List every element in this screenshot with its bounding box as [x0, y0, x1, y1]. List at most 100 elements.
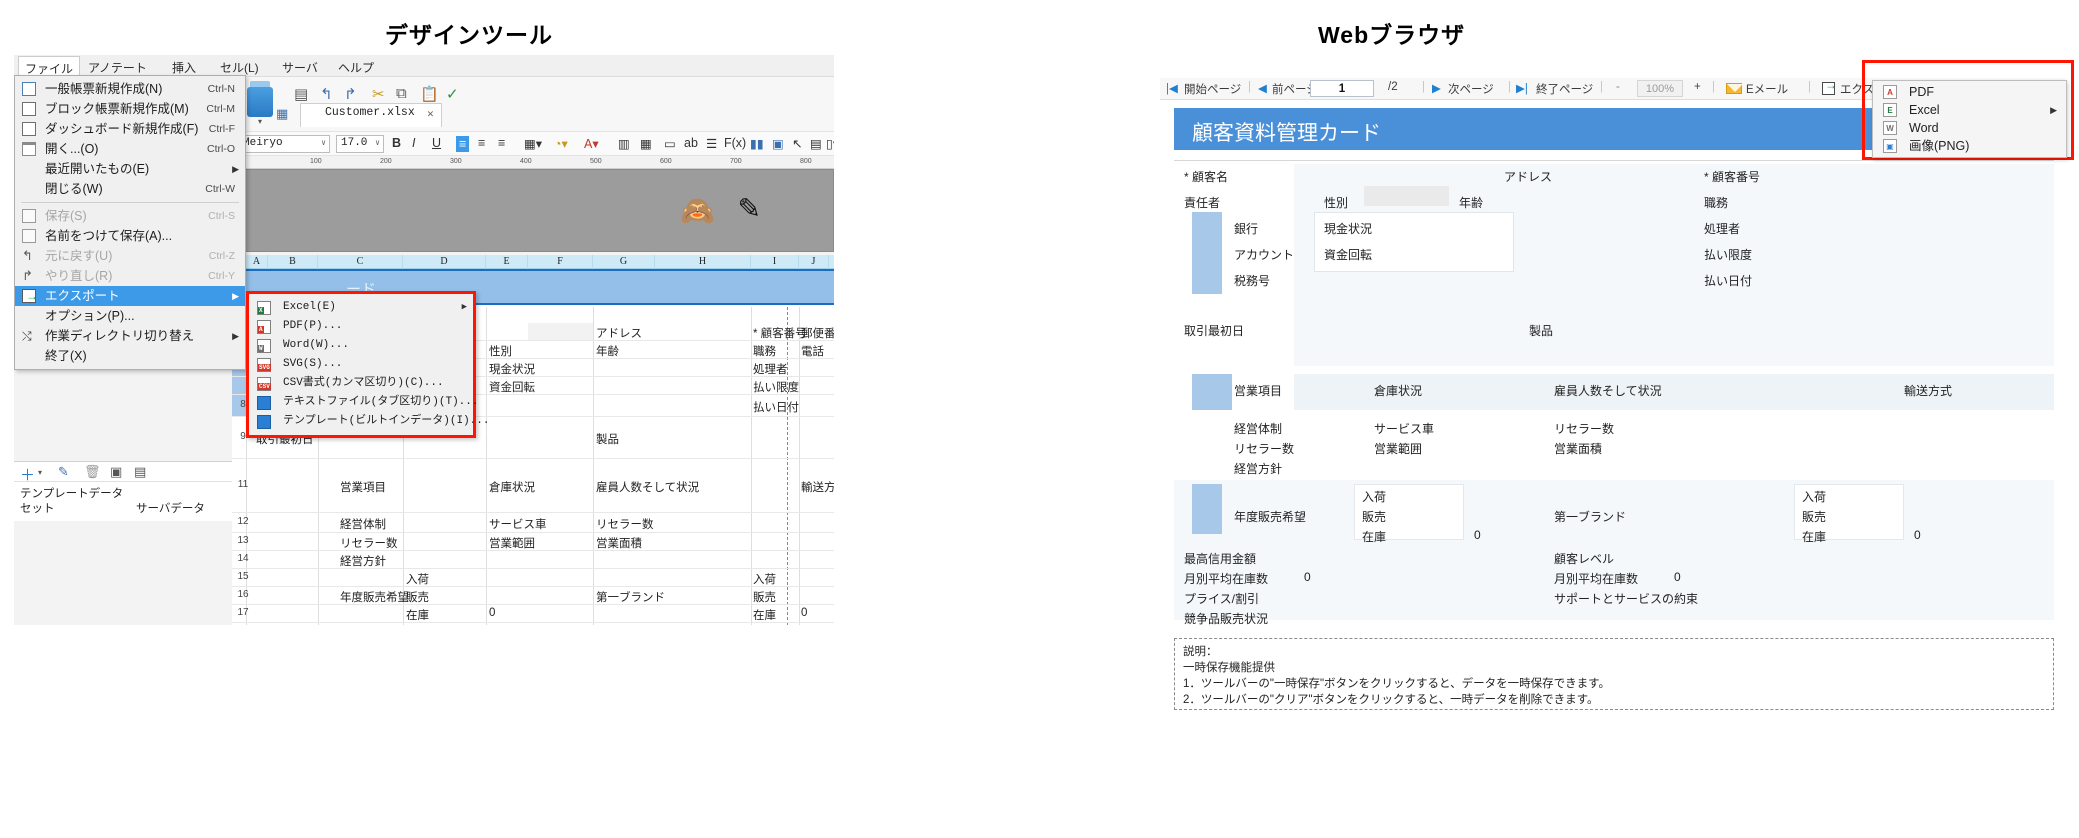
- hide-eye-icon[interactable]: 🙈: [680, 194, 715, 227]
- cell-D[interactable]: 在庫: [406, 607, 429, 623]
- menu-item-new-block-report[interactable]: ブロック帳票新規作成(M) Ctrl-M: [15, 99, 245, 119]
- menu-server[interactable]: サーバ: [276, 56, 324, 79]
- gender-input[interactable]: [1364, 186, 1449, 206]
- menu-item-switch-workdir[interactable]: ⤭ 作業ディレクトリ切り替え ▶: [15, 326, 245, 346]
- image-icon[interactable]: ▣: [772, 136, 784, 151]
- undo-icon[interactable]: ↰: [320, 85, 333, 103]
- cell-G[interactable]: アドレス: [596, 325, 642, 341]
- zoom-in-button[interactable]: +: [1694, 81, 1701, 93]
- first-page-button[interactable]: 開始ページ: [1184, 81, 1241, 97]
- dataset-icon[interactable]: ▤: [134, 464, 146, 480]
- col-J[interactable]: J: [799, 255, 829, 269]
- export-submenu[interactable]: X Excel(E) ▶ A PDF(P)... W Word(W)... SV…: [246, 291, 489, 438]
- format-painter-icon[interactable]: ✓: [446, 85, 459, 103]
- cell-G[interactable]: リセラー数: [596, 516, 654, 532]
- table-row[interactable]: 17 在庫 0 在庫 0: [232, 605, 834, 623]
- col-A[interactable]: A: [246, 255, 268, 269]
- page-setup-icon[interactable]: ▯▾: [826, 136, 834, 151]
- cell-G[interactable]: 年齢: [596, 343, 619, 359]
- web-export-item-pdf[interactable]: A PDF: [1873, 83, 2066, 101]
- menu-item-exit[interactable]: 終了(X): [15, 346, 245, 366]
- col-F[interactable]: F: [528, 255, 593, 269]
- cell-I[interactable]: 入荷: [753, 571, 776, 587]
- export-icon[interactable]: [1822, 78, 1837, 95]
- export-item-word[interactable]: W Word(W)...: [249, 336, 473, 355]
- web-export-item-word[interactable]: W Word: [1873, 119, 2066, 137]
- cursor-icon[interactable]: ↖: [792, 136, 802, 151]
- cell-E[interactable]: サービス車: [489, 516, 547, 532]
- col-I[interactable]: I: [751, 255, 799, 269]
- preview-icon[interactable]: ▣: [110, 464, 122, 480]
- zoom-level-value[interactable]: 100%: [1637, 80, 1683, 97]
- font-family-select[interactable]: Meiryo ∨: [238, 135, 330, 153]
- table-row[interactable]: 11 営業項目 倉庫状況 雇員人数そして状況 輸送方式: [232, 459, 834, 513]
- menu-item-new-dashboard[interactable]: ダッシュボード新規作成(F) Ctrl-F: [15, 119, 245, 139]
- prev-page-icon[interactable]: ◀: [1258, 81, 1267, 95]
- cell-C[interactable]: 経営方針: [340, 553, 386, 569]
- menu-item-new-general-report[interactable]: 一般帳票新規作成(N) Ctrl-N: [15, 79, 245, 99]
- preview-big-button[interactable]: ▾: [244, 81, 276, 126]
- fill-color-icon[interactable]: ◔▾: [554, 136, 568, 151]
- next-page-icon[interactable]: ▶: [1432, 81, 1441, 95]
- font-size-select[interactable]: 17.0 ∨: [336, 135, 384, 153]
- export-item-text[interactable]: テキストファイル(タブ区切り)(T)...: [249, 393, 478, 412]
- menu-item-export[interactable]: エクスポート ▶: [15, 286, 245, 306]
- list-icon[interactable]: ☰: [706, 136, 717, 151]
- cell-I[interactable]: 職務: [753, 343, 776, 359]
- add-icon[interactable]: ＋: [20, 464, 35, 485]
- cell-C[interactable]: リセラー数: [340, 535, 398, 551]
- line-icon[interactable]: ▭: [664, 136, 676, 151]
- copy-icon[interactable]: ⧉: [396, 85, 407, 102]
- cell-K[interactable]: 0: [801, 607, 807, 619]
- menu-help[interactable]: ヘルプ: [332, 56, 380, 79]
- design-canvas[interactable]: 🙈 ✎: [242, 169, 834, 252]
- bold-button[interactable]: B: [392, 136, 401, 150]
- italic-button[interactable]: I: [412, 136, 415, 150]
- font-color-icon[interactable]: A▾: [584, 136, 599, 151]
- cell-G[interactable]: 雇員人数そして状況: [596, 479, 699, 495]
- cell-K[interactable]: 郵便番号: [801, 325, 834, 341]
- document-icon[interactable]: ▤: [294, 85, 308, 103]
- col-C[interactable]: C: [318, 255, 403, 269]
- add-sheet-icon[interactable]: ▦: [276, 106, 288, 122]
- export-item-csv[interactable]: CSV CSV書式(カンマ区切り)(C)...: [249, 374, 473, 393]
- cell-G[interactable]: 第一ブランド: [596, 589, 665, 605]
- menu-item-options[interactable]: オプション(P)...: [15, 306, 245, 326]
- cell-E[interactable]: 資金回転: [489, 379, 535, 395]
- menu-item-save-as[interactable]: 名前をつけて保存(A)...: [15, 226, 245, 246]
- cell-I[interactable]: * 顧客番号: [753, 325, 807, 341]
- web-export-item-image[interactable]: ▣ 画像(PNG): [1873, 137, 2066, 155]
- chart-icon[interactable]: ▮▮: [750, 136, 764, 151]
- export-item-template[interactable]: テンプレート(ビルトインデータ)(I)...: [249, 412, 489, 431]
- first-page-icon[interactable]: |◀: [1166, 81, 1178, 95]
- table-row[interactable]: 18 最高信用金額 顧客レベル: [232, 623, 834, 625]
- align-right-icon[interactable]: ≡: [498, 136, 505, 150]
- table-row[interactable]: 12 経営体制 サービス車 リセラー数: [232, 513, 834, 533]
- cell-I[interactable]: 払い日付: [753, 399, 799, 415]
- underline-button[interactable]: U: [432, 136, 441, 150]
- col-H[interactable]: H: [655, 255, 751, 269]
- align-center-icon[interactable]: ≡: [478, 136, 485, 150]
- table-row[interactable]: 14 経営方針: [232, 551, 834, 569]
- web-export-dropdown[interactable]: A PDF E Excel ▶ W Word ▣ 画像(PNG): [1872, 80, 2067, 158]
- export-item-svg[interactable]: SVG SVG(S)...: [249, 355, 473, 374]
- zoom-out-button[interactable]: -: [1616, 81, 1620, 93]
- cell-D[interactable]: 販売: [406, 589, 429, 605]
- table-row[interactable]: 16 年度販売希望 販売 第一ブランド 販売: [232, 587, 834, 605]
- email-button[interactable]: Eメール: [1746, 81, 1788, 97]
- report-icon[interactable]: ▤: [810, 136, 822, 151]
- dropdown-arrow-icon[interactable]: ▾: [38, 468, 42, 477]
- cell-I[interactable]: 在庫: [753, 607, 776, 623]
- cell-E[interactable]: 0: [489, 607, 495, 619]
- page-number-input[interactable]: 1: [1310, 80, 1374, 97]
- split-cells-icon[interactable]: ▦: [640, 136, 652, 151]
- last-page-icon[interactable]: ▶|: [1516, 81, 1528, 95]
- cell-K[interactable]: 電話: [801, 343, 824, 359]
- export-item-pdf[interactable]: A PDF(P)...: [249, 317, 473, 336]
- col-B[interactable]: B: [268, 255, 318, 269]
- merge-cells-icon[interactable]: ▥: [618, 136, 630, 151]
- menu-item-recent[interactable]: 最近開いたもの(E) ▶: [15, 159, 245, 179]
- delete-icon[interactable]: 🗑: [84, 464, 101, 480]
- cell-C[interactable]: 年度販売希望: [340, 589, 409, 605]
- next-page-button[interactable]: 次ページ: [1448, 81, 1494, 97]
